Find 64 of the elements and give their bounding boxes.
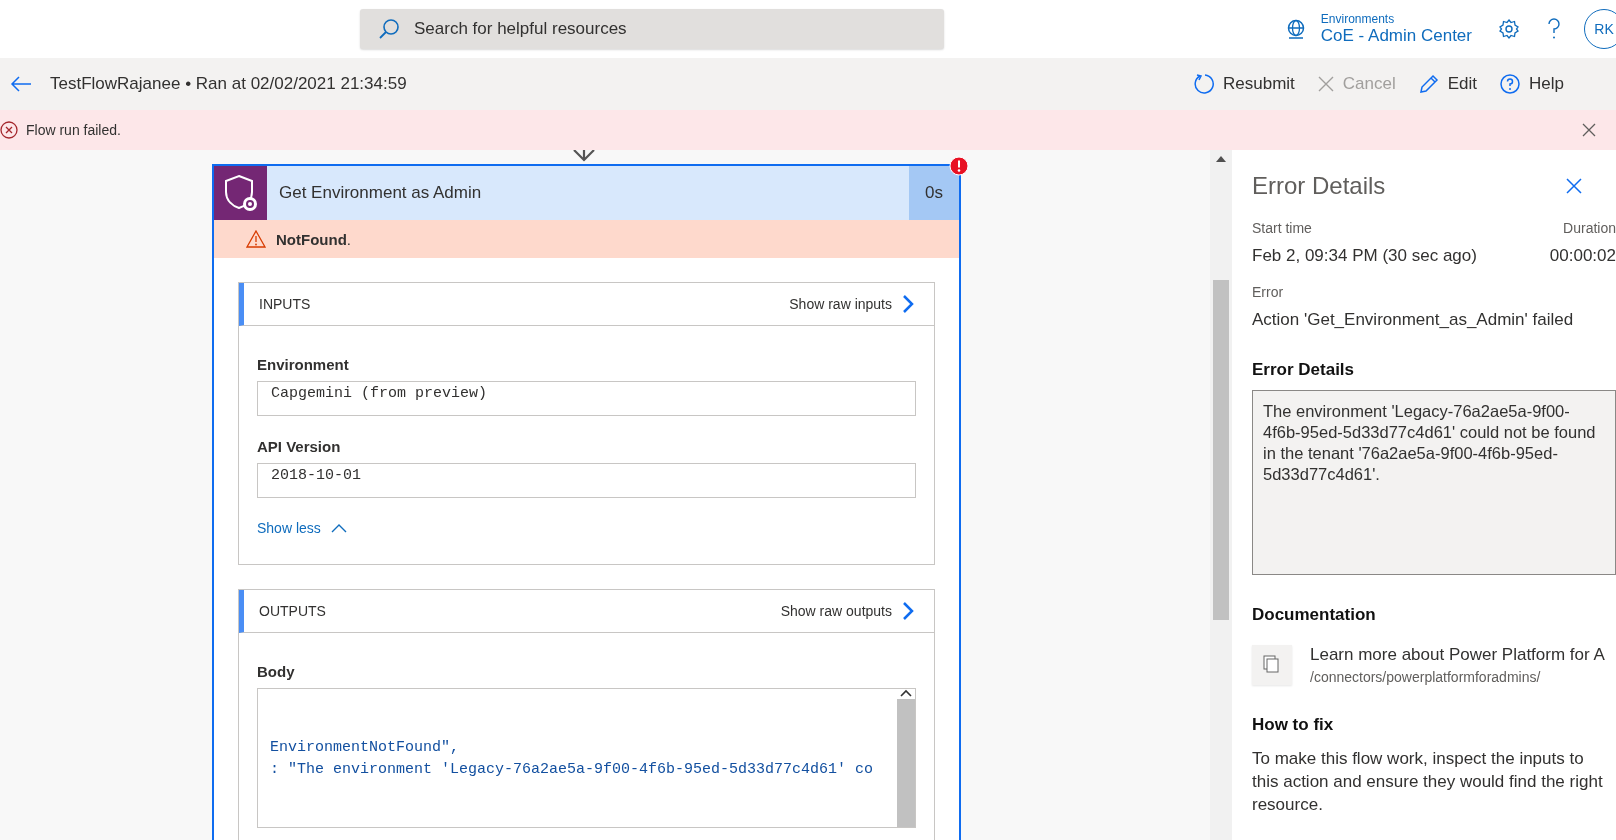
chevron-up-icon	[330, 523, 347, 533]
field-label: API Version	[257, 438, 342, 455]
help-button[interactable]: Help	[1499, 73, 1564, 95]
warning-icon	[246, 230, 266, 248]
error-label: Error	[1252, 284, 1285, 300]
show-raw-inputs-link[interactable]: Show raw inputs	[789, 294, 914, 314]
user-avatar[interactable]: RK	[1584, 9, 1616, 49]
help-icon	[1499, 73, 1522, 95]
field-label: Environment	[257, 356, 350, 373]
documentation-heading: Documentation	[1252, 605, 1377, 625]
close-button[interactable]	[1566, 178, 1582, 194]
scrollbar[interactable]	[1210, 150, 1232, 840]
search-field[interactable]: Search for helpful resources	[360, 9, 944, 49]
code-line: EnvironmentNotFound",	[270, 738, 461, 758]
duration: 00:00:02	[1549, 246, 1616, 266]
field-label: Body	[257, 663, 296, 680]
panel-title: Error Details	[1252, 172, 1386, 200]
search-icon	[378, 18, 400, 40]
resubmit-button[interactable]: Resubmit	[1193, 73, 1295, 95]
close-icon	[1566, 178, 1582, 194]
back-button[interactable]	[10, 75, 32, 93]
documentation-link[interactable]: Learn more about Power Platform for A	[1310, 645, 1605, 665]
environments-label: Environments	[1320, 12, 1396, 26]
scrollbar[interactable]	[897, 689, 915, 827]
field-value: Capgemini (from preview)	[257, 381, 916, 416]
documents-icon	[1252, 645, 1292, 685]
environment-name[interactable]: CoE - Admin Center	[1320, 26, 1472, 46]
action-duration: 0s	[909, 166, 959, 220]
chevron-right-icon	[902, 294, 914, 314]
close-icon	[1316, 75, 1335, 93]
chevron-right-icon	[902, 601, 914, 621]
fix-text: To make this flow work, inspect the inputs to this action and ensure they would find the right resource.	[1252, 748, 1604, 816]
start-time: Feb 2, 09:34 PM (30 sec ago)	[1252, 246, 1477, 266]
error-icon	[0, 121, 18, 139]
start-time-label: Start time	[1252, 220, 1313, 236]
refresh-icon	[1193, 73, 1215, 95]
error-code: NotFound.	[276, 230, 351, 248]
chevron-up-icon	[900, 689, 912, 697]
outputs-heading: OUTPUTS	[259, 603, 326, 619]
close-button[interactable]	[1582, 123, 1596, 137]
duration-label: Duration	[1563, 220, 1616, 236]
action-title: Get Environment as Admin	[279, 183, 483, 203]
edit-button[interactable]: Edit	[1417, 73, 1478, 95]
details-heading: Error Details	[1252, 360, 1356, 380]
error-details-text: The environment 'Legacy-76a2ae5a-9f00-4f6b-95ed-5d33d77c4d61' could not be found in the tenant '76a2ae5a-9f00-4f6b-95ed-5d33d77c4d61'.	[1252, 390, 1616, 575]
documentation-path: /connectors/powerplatformforadmins/	[1310, 669, 1542, 685]
settings-icon	[1498, 18, 1520, 40]
show-raw-outputs-link[interactable]: Show raw outputs	[780, 601, 914, 621]
chevron-down-icon	[572, 150, 596, 162]
pencil-icon	[1417, 73, 1440, 95]
settings-button[interactable]	[1498, 18, 1520, 40]
field-value: 2018-10-01	[257, 463, 916, 498]
run-title: TestFlowRajanee • Ran at 02/02/2021 21:34:59	[50, 74, 407, 94]
scroll-up-icon	[1216, 156, 1226, 162]
banner-message: Flow run failed.	[26, 122, 121, 138]
inputs-heading: INPUTS	[259, 296, 311, 312]
back-arrow-icon	[10, 75, 32, 93]
help-icon	[1546, 17, 1562, 41]
help-button[interactable]	[1546, 17, 1562, 41]
show-less-link[interactable]: Show less	[257, 520, 916, 536]
code-line: : "The environment 'Legacy-76a2ae5a-9f00-4f6b-95ed-5d33d77c4d61' co	[270, 760, 875, 780]
close-icon	[1582, 123, 1596, 137]
fix-heading: How to fix	[1252, 715, 1335, 735]
error-message: Action 'Get_Environment_as_Admin' failed	[1252, 310, 1575, 330]
